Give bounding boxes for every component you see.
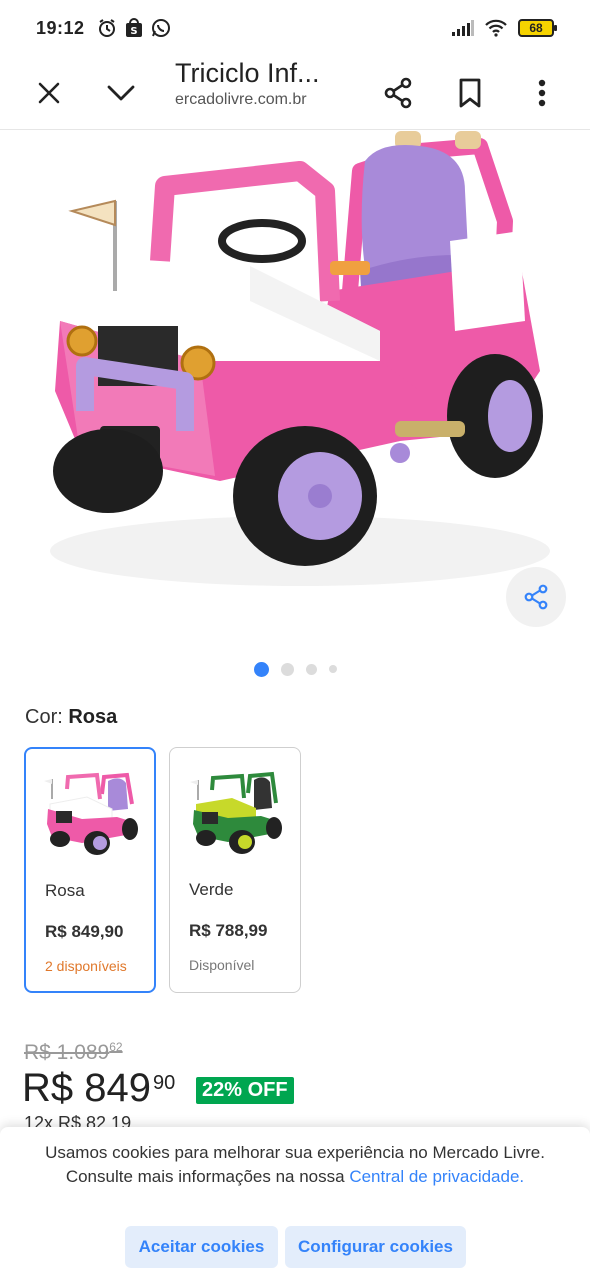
status-notification-icons: S: [97, 18, 171, 38]
variant-price: R$ 849,90: [45, 922, 124, 941]
variant-price: R$ 788,99: [189, 921, 268, 940]
browser-toolbar: Triciclo Inf... ercadolivre.com.br: [0, 56, 590, 130]
variant-name: Rosa: [45, 881, 85, 900]
page-title-block[interactable]: Triciclo Inf... ercadolivre.com.br: [175, 58, 365, 109]
product-gallery-image[interactable]: [0, 131, 590, 631]
configure-cookies-button[interactable]: Configurar cookies: [285, 1226, 466, 1268]
more-vertical-icon: [538, 79, 546, 107]
share-icon: [384, 77, 412, 109]
variant-card-verde[interactable]: Verde R$ 788,99 Disponível: [169, 747, 301, 993]
pager-dot-3[interactable]: [305, 663, 317, 675]
variant-thumbnail-verde: [190, 771, 282, 854]
variant-stock: 2 disponíveis: [45, 958, 127, 974]
expand-button[interactable]: [97, 69, 145, 117]
share-button[interactable]: [374, 69, 422, 117]
bookmark-button[interactable]: [446, 69, 494, 117]
chevron-down-icon: [107, 85, 135, 101]
accept-cookies-button[interactable]: Aceitar cookies: [125, 1226, 278, 1268]
pager-dot-1[interactable]: [253, 661, 269, 677]
whatsapp-icon: [151, 19, 170, 37]
color-label-prefix: Cor:: [25, 706, 69, 728]
current-price-main: R$ 849: [22, 1066, 151, 1110]
variant-card-rosa[interactable]: Rosa R$ 849,90 2 disponíveis: [24, 747, 156, 993]
pager-dot-4[interactable]: [328, 665, 337, 673]
privacy-center-link[interactable]: Central de privacidade: [349, 1167, 519, 1186]
variant-stock: Disponível: [189, 957, 255, 973]
status-time: 19:12: [36, 17, 85, 38]
shopping-bag-icon: S: [125, 18, 142, 37]
alarm-icon: [98, 19, 115, 37]
close-icon: [38, 82, 60, 104]
status-bar: 19:12 S 68: [0, 0, 590, 56]
selected-color: Rosa: [68, 706, 118, 728]
cookie-text-end: .: [519, 1167, 525, 1186]
gallery-pager: [0, 660, 590, 678]
close-button[interactable]: [25, 69, 73, 117]
page-title: Triciclo Inf...: [175, 58, 320, 88]
battery-indicator: 68: [518, 19, 557, 37]
discount-badge: 22% OFF: [196, 1077, 294, 1104]
status-right-icons: 68: [452, 19, 557, 37]
share-icon: [524, 584, 548, 610]
cookie-banner: Usamos cookies para melhorar sua experiê…: [0, 1127, 590, 1280]
more-options-button[interactable]: [518, 69, 566, 117]
cookie-message: Usamos cookies para melhorar sua experiê…: [40, 1141, 550, 1189]
page-url: ercadolivre.com.br: [175, 91, 307, 108]
signal-icon: [452, 20, 474, 36]
original-price-main: R$ 1.089: [24, 1041, 110, 1064]
current-price-cents: 90: [152, 1072, 176, 1094]
color-label: Cor: Rosa: [25, 706, 117, 729]
bookmark-icon: [459, 78, 481, 108]
wifi-icon: [485, 19, 507, 37]
svg-text:S: S: [130, 26, 137, 37]
product-jeep-image: [50, 131, 550, 586]
variant-name: Verde: [189, 880, 234, 899]
variant-thumbnail-rosa: [44, 772, 138, 855]
share-floating-button[interactable]: [506, 567, 566, 627]
original-price: R$ 1.08962: [24, 1040, 123, 1065]
pager-dot-2[interactable]: [280, 662, 294, 676]
original-price-cents: 62: [109, 1040, 123, 1054]
current-price: R$ 849 90: [22, 1066, 175, 1111]
